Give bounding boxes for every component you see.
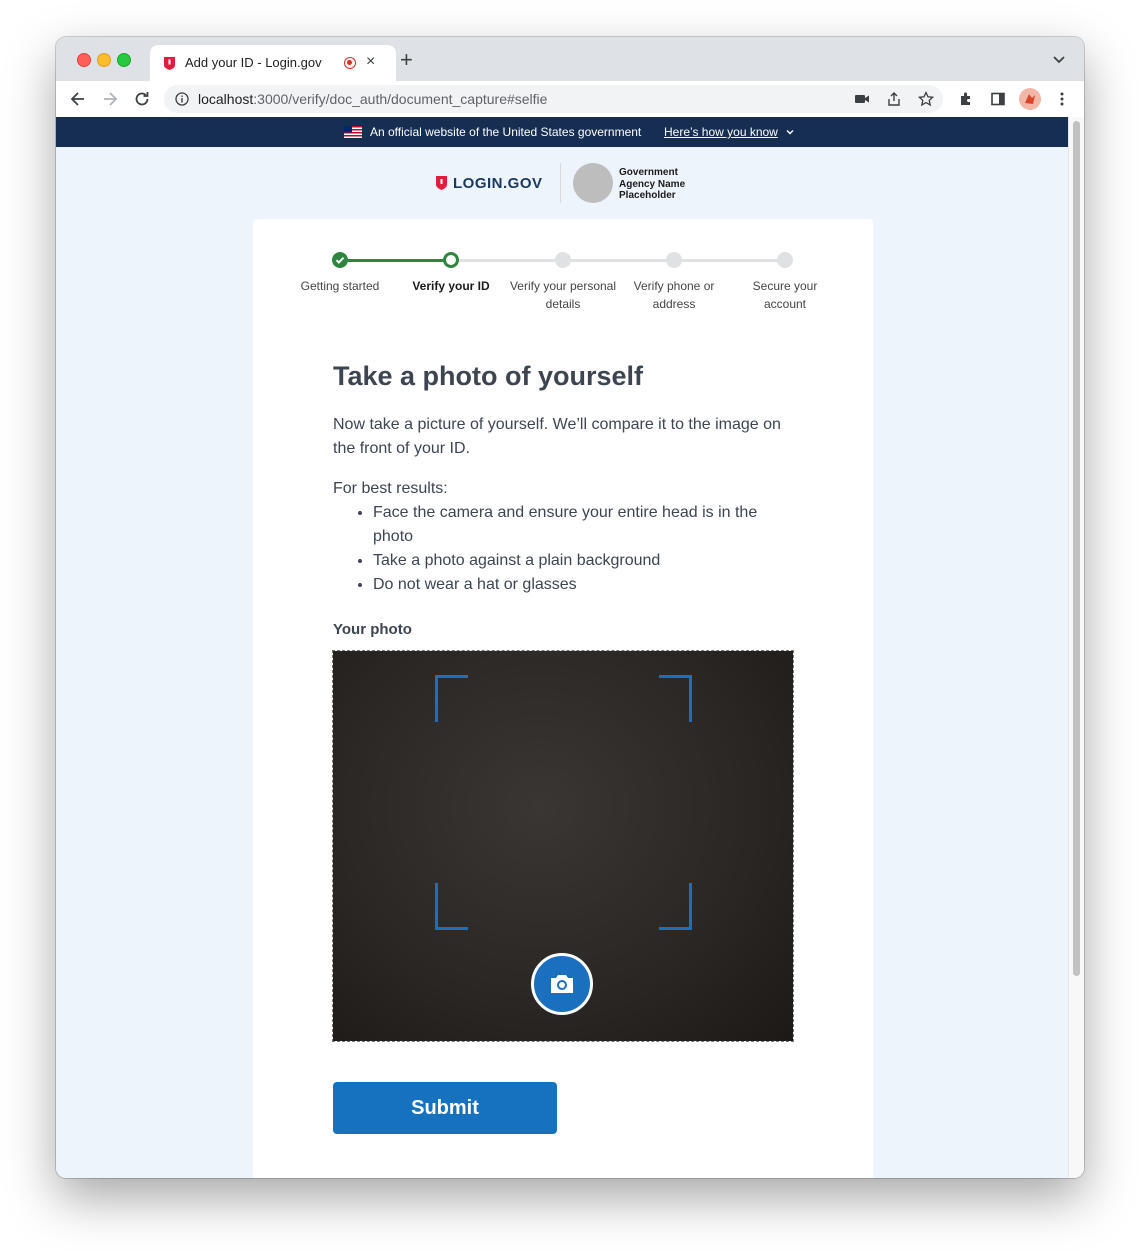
submit-button[interactable]: Submit bbox=[333, 1082, 557, 1134]
best-results-label: For best results: bbox=[333, 480, 448, 497]
minimize-window-button[interactable] bbox=[97, 53, 111, 67]
tab-active[interactable]: Add your ID - Login.gov × bbox=[150, 45, 396, 81]
agency-name: Government Agency Name Placeholder bbox=[619, 167, 686, 201]
more-menu-icon[interactable] bbox=[1054, 91, 1070, 107]
brand-name: LOGIN.GOV bbox=[453, 175, 543, 192]
step-label-verify-id: Verify your ID bbox=[412, 279, 490, 293]
tab-strip: Add your ID - Login.gov × + bbox=[56, 37, 1084, 81]
back-arrow-icon[interactable] bbox=[68, 89, 88, 109]
face-guide-corner bbox=[435, 675, 468, 722]
profile-fox-icon bbox=[1025, 94, 1035, 104]
login-gov-favicon-icon bbox=[164, 57, 175, 70]
step-label-phone-address: Verify phone or address bbox=[633, 279, 715, 311]
camera-icon bbox=[551, 975, 573, 993]
face-guide-corner bbox=[659, 675, 692, 722]
selfie-camera-preview bbox=[332, 650, 794, 1042]
face-guide-corner bbox=[435, 883, 468, 930]
recording-indicator-icon bbox=[344, 57, 356, 69]
tab-title: Add your ID - Login.gov bbox=[185, 55, 322, 70]
step-connector bbox=[682, 259, 778, 262]
camera-in-use-icon[interactable] bbox=[854, 91, 870, 107]
your-photo-label: Your photo bbox=[333, 621, 412, 638]
step-connector bbox=[348, 259, 444, 262]
browser-toolbar: localhost:3000/verify/doc_auth/document_… bbox=[56, 81, 1084, 118]
gov-banner: An official website of the United States… bbox=[56, 117, 1069, 147]
tab-close-icon[interactable]: × bbox=[366, 53, 375, 71]
page-title: Take a photo of yourself bbox=[333, 361, 644, 391]
step-connector bbox=[571, 259, 667, 262]
gov-banner-text: An official website of the United States… bbox=[370, 125, 642, 139]
content-card: Getting started Verify your ID Verify yo… bbox=[253, 219, 873, 1178]
list-item: Do not wear a hat or glasses bbox=[373, 573, 793, 597]
bookmark-star-icon[interactable] bbox=[918, 91, 934, 107]
step-pending-indicator bbox=[777, 252, 793, 268]
browser-window: Add your ID - Login.gov × + localhost:30… bbox=[56, 37, 1084, 1178]
step-pending-indicator bbox=[666, 252, 682, 268]
url-text: localhost:3000/verify/doc_auth/document_… bbox=[198, 91, 548, 107]
step-pending-indicator bbox=[555, 252, 571, 268]
tab-search-chevron-icon[interactable] bbox=[1051, 51, 1067, 67]
reload-icon[interactable] bbox=[132, 89, 152, 109]
chevron-down-icon[interactable] bbox=[786, 128, 794, 136]
page-viewport: An official website of the United States… bbox=[56, 117, 1084, 1178]
address-bar[interactable]: localhost:3000/verify/doc_auth/document_… bbox=[164, 85, 943, 113]
new-tab-button[interactable]: + bbox=[400, 49, 413, 71]
step-label-personal-details: Verify your personal details bbox=[509, 279, 617, 311]
maximize-window-button[interactable] bbox=[117, 53, 131, 67]
site-info-icon[interactable] bbox=[175, 92, 189, 106]
step-complete-check-icon bbox=[332, 252, 348, 268]
forward-arrow-icon[interactable] bbox=[100, 89, 120, 109]
scrollbar[interactable] bbox=[1068, 117, 1084, 1178]
face-guide-corner bbox=[659, 883, 692, 930]
step-label-secure-account: Secure your account bbox=[752, 279, 818, 311]
close-window-button[interactable] bbox=[77, 53, 91, 67]
tips-list: Face the camera and ensure your entire h… bbox=[333, 501, 793, 597]
side-panel-icon[interactable] bbox=[990, 91, 1006, 107]
shield-icon bbox=[436, 176, 447, 190]
capture-photo-button[interactable] bbox=[531, 953, 593, 1015]
step-label-getting-started: Getting started bbox=[300, 279, 380, 293]
agency-logo-placeholder bbox=[573, 163, 613, 203]
intro-text: Now take a picture of yourself. We’ll co… bbox=[333, 416, 781, 457]
list-item: Face the camera and ensure your entire h… bbox=[373, 501, 793, 549]
scrollbar-thumb[interactable] bbox=[1073, 121, 1080, 976]
step-connector bbox=[459, 259, 555, 262]
header-divider bbox=[560, 163, 561, 203]
share-icon[interactable] bbox=[886, 91, 902, 107]
us-flag-icon bbox=[344, 126, 362, 138]
list-item: Take a photo against a plain background bbox=[373, 549, 793, 573]
profile-avatar[interactable] bbox=[1019, 88, 1041, 110]
heres-how-you-know-link[interactable]: Here’s how you know bbox=[664, 125, 778, 139]
step-current-indicator bbox=[443, 252, 459, 268]
extensions-puzzle-icon[interactable] bbox=[958, 91, 974, 107]
